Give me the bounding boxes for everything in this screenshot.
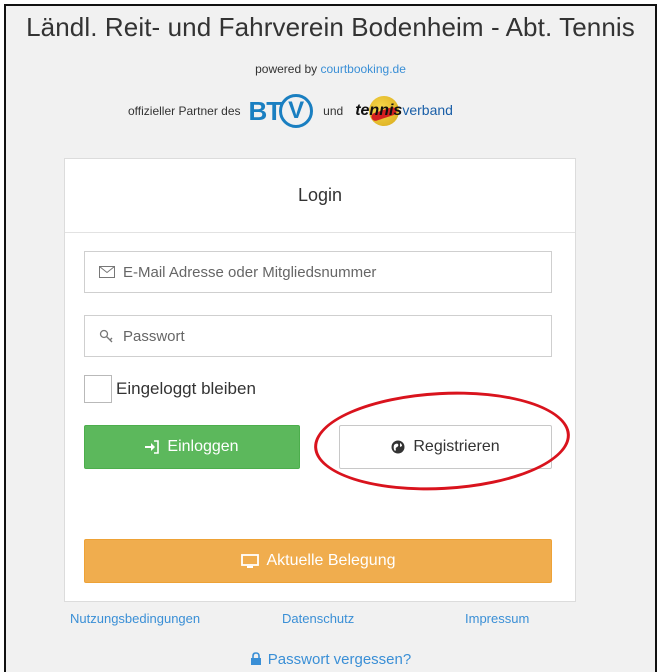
globe-icon	[391, 440, 405, 454]
courtbooking-link[interactable]: courtbooking.de	[320, 62, 405, 76]
partner-line: offizieller Partner des BT V und tennisve…	[128, 88, 548, 134]
btv-logo: BT V	[249, 94, 314, 128]
footer-link-impressum[interactable]: Impressum	[465, 611, 529, 626]
lock-icon	[250, 652, 261, 665]
belegung-button[interactable]: Aktuelle Belegung	[84, 539, 552, 583]
powered-by: powered by courtbooking.de	[0, 62, 661, 76]
sign-in-icon	[145, 440, 160, 454]
remember-label: Eingeloggt bleiben	[116, 379, 256, 398]
register-button[interactable]: Registrieren	[339, 425, 552, 469]
page-title: Ländl. Reit- und Fahrverein Bodenheim - …	[26, 12, 635, 42]
login-heading: Login	[65, 159, 575, 233]
partner-prefix: offizieller Partner des	[128, 104, 241, 118]
tennisverband-logo-bold: tennis	[355, 102, 403, 119]
belegung-button-label: Aktuelle Belegung	[266, 552, 396, 569]
forgot-password-label: Passwort vergessen?	[267, 651, 412, 668]
footer-link-nutzungsbedingungen[interactable]: Nutzungsbedingungen	[70, 611, 200, 626]
email-field[interactable]: E-Mail Adresse oder Mitgliedsnummer	[84, 251, 552, 293]
login-panel: Login E-Mail Adresse oder Mitgliedsnumme…	[64, 158, 576, 602]
register-button-label: Registrieren	[413, 438, 500, 455]
forgot-password-link[interactable]: Passwort vergessen?	[0, 651, 661, 668]
footer-link-datenschutz[interactable]: Datenschutz	[282, 611, 354, 626]
partner-and: und	[323, 104, 344, 118]
login-button-label: Einloggen	[167, 438, 239, 455]
key-icon	[99, 329, 113, 343]
monitor-icon	[240, 553, 259, 568]
email-placeholder: E-Mail Adresse oder Mitgliedsnummer	[123, 263, 377, 281]
tennisverband-logo-rest: verband	[402, 102, 453, 118]
powered-prefix: powered by	[255, 62, 318, 76]
login-button[interactable]: Einloggen	[84, 425, 300, 469]
remember-checkbox[interactable]	[84, 375, 112, 403]
envelope-icon	[99, 266, 115, 278]
password-placeholder: Passwort	[123, 327, 185, 345]
tennisverband-logo: tennisverband	[355, 96, 453, 126]
remember-me: Eingeloggt bleiben	[84, 375, 256, 403]
password-field[interactable]: Passwort	[84, 315, 552, 357]
